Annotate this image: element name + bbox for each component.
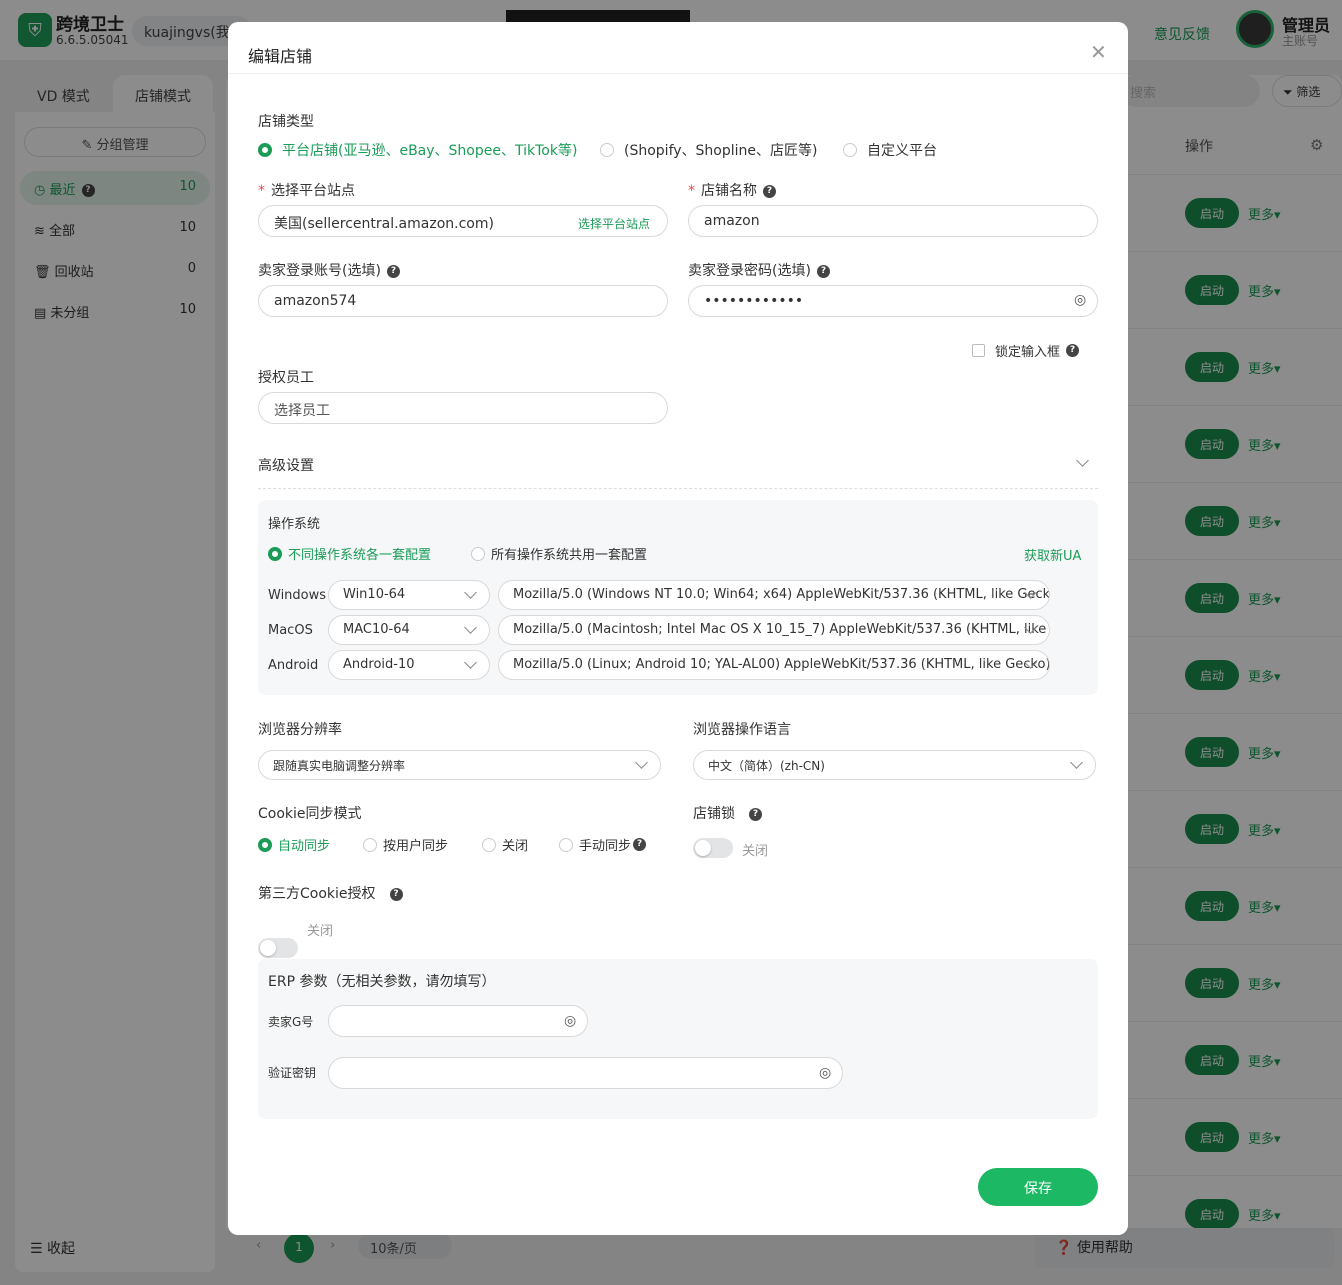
language-label: 浏览器操作语言: [693, 722, 791, 738]
seller-password-label: 卖家登录密码(选填)?: [688, 260, 830, 280]
os-name-windows: Windows: [268, 588, 327, 603]
lock-input-checkbox[interactable]: 锁定输入框?: [972, 341, 1080, 360]
third-cookie-toggle[interactable]: [258, 938, 298, 958]
os-shared-config-radio[interactable]: 所有操作系统共用一套配置: [471, 544, 647, 563]
store-type-independent-radio[interactable]: (Shopify、Shopline、店匠等): [600, 140, 817, 160]
eye-off-icon[interactable]: ◎: [1074, 292, 1086, 308]
store-name-label: * 店铺名称?: [688, 180, 776, 200]
radio-label: 平台店铺(亚马逊、eBay、Shopee、TikTok等): [282, 143, 578, 159]
store-lock-label-text: 店铺锁: [693, 806, 735, 822]
secret-key-input[interactable]: [328, 1057, 843, 1089]
radio-dot: [258, 837, 272, 852]
radio-label: 自定义平台: [867, 143, 937, 159]
seller-password-label-text: 卖家登录密码(选填): [688, 263, 811, 279]
radio-label: 关闭: [502, 839, 529, 854]
platform-site-label-text: 选择平台站点: [271, 183, 355, 199]
os-label: 操作系统: [268, 517, 321, 532]
staff-label: 授权员工: [258, 370, 314, 386]
seller-account-label: 卖家登录账号(选填)?: [258, 260, 400, 280]
help-icon[interactable]: ?: [386, 264, 400, 278]
radio-label: 按用户同步: [383, 839, 449, 854]
store-lock-toggle[interactable]: [693, 838, 733, 858]
erp-title: ERP 参数（无相关参数，请勿填写）: [268, 974, 496, 990]
third-cookie-state: 关闭: [307, 924, 334, 939]
help-icon[interactable]: ?: [389, 887, 403, 901]
cookie-sync-off-radio[interactable]: 关闭: [482, 835, 528, 854]
checkbox-box: [972, 344, 985, 357]
os-name-macos: MacOS: [268, 623, 313, 638]
divider: [258, 488, 1098, 489]
store-type-label: 店铺类型: [258, 114, 314, 130]
radio-label: (Shopify、Shopline、店匠等): [624, 143, 818, 159]
windows-ua-select[interactable]: Mozilla/5.0 (Windows NT 10.0; Win64; x64…: [498, 580, 1050, 610]
required-mark: *: [258, 183, 265, 199]
third-cookie-label-text: 第三方Cookie授权: [258, 886, 376, 902]
radio-dot: [559, 837, 573, 852]
help-icon[interactable]: ?: [763, 184, 776, 198]
os-separate-config-radio[interactable]: 不同操作系统各一套配置: [268, 544, 431, 563]
seller-password-input[interactable]: ••••••••••••: [688, 285, 1098, 317]
advanced-settings-label[interactable]: 高级设置: [258, 455, 314, 475]
eye-off-icon[interactable]: ◎: [819, 1065, 831, 1081]
seller-account-label-text: 卖家登录账号(选填): [258, 263, 381, 279]
secret-key-label: 验证密钥: [268, 1066, 317, 1080]
cookie-sync-user-radio[interactable]: 按用户同步: [363, 835, 448, 854]
chevron-down-icon[interactable]: [1076, 454, 1089, 467]
radio-label: 所有操作系统共用一套配置: [491, 548, 648, 563]
seller-id-label: 卖家G号: [268, 1015, 314, 1029]
platform-site-label: * 选择平台站点: [258, 180, 355, 200]
radio-dot: [843, 143, 857, 157]
store-lock-state: 关闭: [742, 844, 769, 859]
store-lock-label: 店铺锁?: [693, 803, 762, 823]
help-icon[interactable]: ?: [816, 264, 830, 278]
store-name-input[interactable]: amazon: [688, 205, 1098, 237]
radio-dot: [600, 143, 614, 157]
radio-dot: [258, 143, 272, 157]
dialog-title: 编辑店铺: [248, 47, 313, 66]
macos-ua-select[interactable]: Mozilla/5.0 (Macintosh; Intel Mac OS X 1…: [498, 615, 1050, 645]
android-ua-select[interactable]: Mozilla/5.0 (Linux; Android 10; YAL-AL00…: [498, 650, 1050, 680]
help-icon[interactable]: ?: [1066, 344, 1080, 357]
help-icon[interactable]: ?: [633, 838, 647, 851]
radio-label: 手动同步: [579, 839, 632, 854]
lock-input-label: 锁定输入框: [995, 345, 1061, 360]
store-name-label-text: 店铺名称: [701, 183, 757, 199]
store-type-platform-radio[interactable]: 平台店铺(亚马逊、eBay、Shopee、TikTok等): [258, 140, 577, 160]
seller-account-input[interactable]: amazon574: [258, 285, 668, 317]
language-select[interactable]: 中文（简体）(zh-CN): [693, 750, 1096, 780]
seller-id-input[interactable]: [328, 1005, 588, 1037]
select-platform-site-link[interactable]: 选择平台站点: [578, 215, 650, 232]
radio-dot: [471, 546, 485, 561]
radio-dot: [363, 837, 377, 852]
radio-dot: [268, 546, 282, 561]
close-icon[interactable]: ✕: [1090, 40, 1107, 64]
resolution-label: 浏览器分辨率: [258, 722, 342, 738]
help-icon[interactable]: ?: [749, 807, 762, 821]
dialog-header: 编辑店铺 ✕: [228, 22, 1128, 74]
save-button[interactable]: 保存: [978, 1168, 1098, 1206]
staff-select[interactable]: 选择员工: [258, 392, 668, 424]
radio-dot: [482, 837, 496, 852]
cookie-sync-auto-radio[interactable]: 自动同步: [258, 835, 330, 854]
eye-off-icon[interactable]: ◎: [564, 1013, 576, 1029]
third-cookie-label: 第三方Cookie授权?: [258, 883, 403, 903]
cookie-sync-label: Cookie同步模式: [258, 806, 362, 822]
radio-label: 自动同步: [278, 839, 331, 854]
cookie-sync-manual-radio[interactable]: 手动同步?: [559, 835, 647, 854]
get-new-ua-link[interactable]: 获取新UA: [1024, 545, 1081, 564]
resolution-select[interactable]: 跟随真实电脑调整分辨率: [258, 750, 661, 780]
required-mark: *: [688, 183, 695, 199]
edit-store-dialog: 编辑店铺 ✕ 店铺类型 平台店铺(亚马逊、eBay、Shopee、TikTok等…: [228, 22, 1128, 1235]
os-name-android: Android: [268, 658, 319, 673]
radio-label: 不同操作系统各一套配置: [288, 548, 432, 563]
store-type-custom-radio[interactable]: 自定义平台: [843, 140, 937, 160]
